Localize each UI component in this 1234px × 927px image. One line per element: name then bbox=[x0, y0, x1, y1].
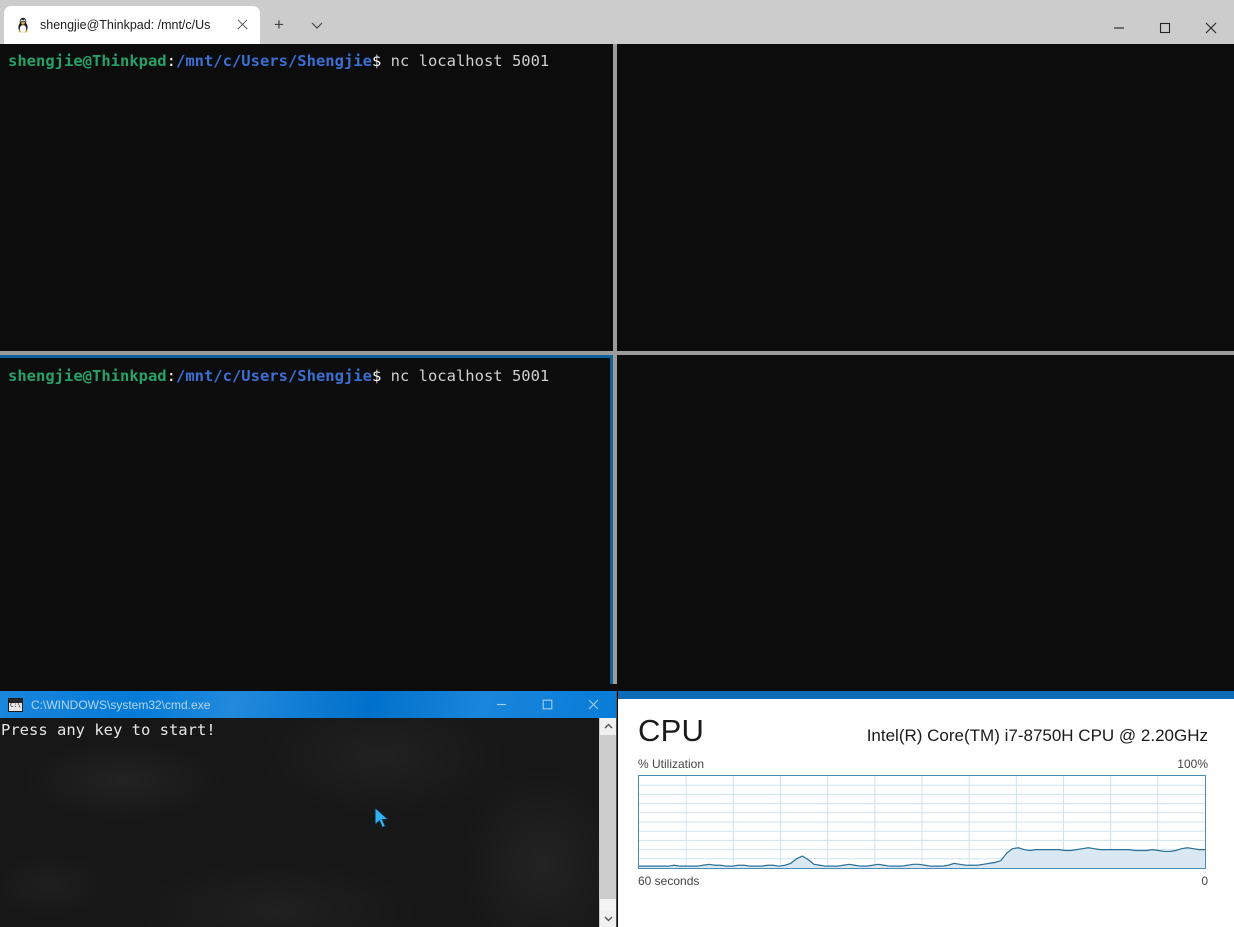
terminal-tab-title: shengjie@Thinkpad: /mnt/c/Us bbox=[40, 18, 224, 32]
minimize-icon bbox=[496, 699, 507, 710]
tab-close-icon[interactable] bbox=[232, 14, 254, 36]
prompt-user-host: shengjie@Thinkpad bbox=[8, 367, 167, 385]
terminal-pane-grid: shengjie@Thinkpad:/mnt/c/Users/Shengjie$… bbox=[0, 44, 1234, 684]
scrollbar-thumb[interactable] bbox=[600, 735, 616, 899]
cpu-panel-body: CPU Intel(R) Core(TM) i7-8750H CPU @ 2.2… bbox=[618, 699, 1234, 927]
maximize-icon bbox=[1159, 22, 1171, 34]
prompt-path: /mnt/c/Users/Shengjie bbox=[176, 367, 372, 385]
cmd-scrollbar[interactable] bbox=[599, 718, 616, 927]
panel-accent-bar bbox=[618, 691, 1234, 699]
console-icon bbox=[8, 698, 23, 712]
terminal-pane-top-left[interactable]: shengjie@Thinkpad:/mnt/c/Users/Shengjie$… bbox=[0, 44, 613, 351]
scrollbar-track[interactable] bbox=[600, 735, 616, 910]
new-tab-button[interactable]: + bbox=[260, 6, 298, 44]
prompt-command: nc localhost 5001 bbox=[381, 367, 549, 385]
maximize-icon bbox=[542, 699, 553, 710]
close-icon bbox=[588, 699, 599, 710]
cpu-panel-header: CPU Intel(R) Core(TM) i7-8750H CPU @ 2.2… bbox=[638, 713, 1208, 749]
close-icon bbox=[1205, 22, 1217, 34]
chart-x-axis-label: 60 seconds bbox=[638, 874, 699, 888]
cpu-chart-svg bbox=[639, 776, 1205, 868]
cmd-title-bar[interactable]: C:\WINDOWS\system32\cmd.exe bbox=[0, 691, 616, 718]
cmd-maximize-button[interactable] bbox=[524, 691, 570, 718]
chevron-down-icon bbox=[604, 914, 613, 923]
task-manager-cpu-panel: CPU Intel(R) Core(TM) i7-8750H CPU @ 2.2… bbox=[618, 691, 1234, 927]
cmd-title-text: C:\WINDOWS\system32\cmd.exe bbox=[31, 698, 210, 712]
tab-dropdown-button[interactable] bbox=[298, 6, 336, 44]
scrollbar-up-arrow[interactable] bbox=[600, 718, 616, 735]
window-minimize-button[interactable] bbox=[1096, 12, 1142, 44]
window-close-button[interactable] bbox=[1188, 12, 1234, 44]
cmd-minimize-button[interactable] bbox=[478, 691, 524, 718]
window-maximize-button[interactable] bbox=[1142, 12, 1188, 44]
chart-x-axis-min: 0 bbox=[1201, 874, 1208, 888]
minimize-icon bbox=[1113, 22, 1125, 34]
terminal-prompt-line: shengjie@Thinkpad:/mnt/c/Users/Shengjie$… bbox=[617, 355, 1234, 386]
terminal-prompt-line: shengjie@Thinkpad:/mnt/c/Users/Shengjie$… bbox=[0, 44, 613, 71]
cmd-window-controls bbox=[478, 691, 616, 718]
scrollbar-down-arrow[interactable] bbox=[600, 910, 616, 927]
terminal-pane-bottom-right[interactable]: shengjie@Thinkpad:/mnt/c/Users/Shengjie$… bbox=[617, 355, 1234, 684]
cmd-window[interactable]: C:\WINDOWS\system32\cmd.exe Press any ke… bbox=[0, 691, 617, 927]
chart-y-axis-label: % Utilization bbox=[638, 757, 704, 771]
cpu-utilization-chart bbox=[638, 775, 1206, 869]
prompt-colon: : bbox=[167, 367, 176, 385]
chart-y-axis-max: 100% bbox=[1177, 757, 1208, 771]
prompt-colon: : bbox=[167, 52, 176, 70]
prompt-path: /mnt/c/Users/Shengjie bbox=[176, 52, 372, 70]
chevron-down-icon bbox=[310, 18, 324, 32]
terminal-prompt-line: shengjie@Thinkpad:/mnt/c/Users/Shengjie$… bbox=[0, 355, 613, 386]
cpu-model-label: Intel(R) Core(TM) i7-8750H CPU @ 2.20GHz bbox=[867, 726, 1208, 746]
cpu-title: CPU bbox=[638, 713, 704, 749]
prompt-command: nc localhost 5001 bbox=[381, 52, 549, 70]
tux-penguin-icon bbox=[14, 16, 32, 34]
prompt-dollar: $ bbox=[372, 52, 381, 70]
terminal-tab-bar: shengjie@Thinkpad: /mnt/c/Us + bbox=[0, 0, 1234, 44]
chart-top-labels: % Utilization 100% bbox=[638, 757, 1208, 771]
cmd-output-line: Press any key to start! bbox=[0, 718, 616, 739]
terminal-tab[interactable]: shengjie@Thinkpad: /mnt/c/Us bbox=[4, 6, 260, 44]
cmd-console-body[interactable]: Press any key to start! bbox=[0, 718, 616, 927]
chevron-up-icon bbox=[604, 722, 613, 731]
chart-bottom-labels: 60 seconds 0 bbox=[638, 874, 1208, 888]
prompt-dollar: $ bbox=[372, 367, 381, 385]
terminal-prompt-line: shengjie@Thinkpad:/mnt/c/Users/Shengjie$… bbox=[617, 44, 1234, 71]
prompt-user-host: shengjie@Thinkpad bbox=[8, 52, 167, 70]
terminal-pane-bottom-left[interactable]: shengjie@Thinkpad:/mnt/c/Users/Shengjie$… bbox=[0, 355, 613, 684]
cmd-close-button[interactable] bbox=[570, 691, 616, 718]
terminal-pane-top-right[interactable]: shengjie@Thinkpad:/mnt/c/Users/Shengjie$… bbox=[617, 44, 1234, 351]
